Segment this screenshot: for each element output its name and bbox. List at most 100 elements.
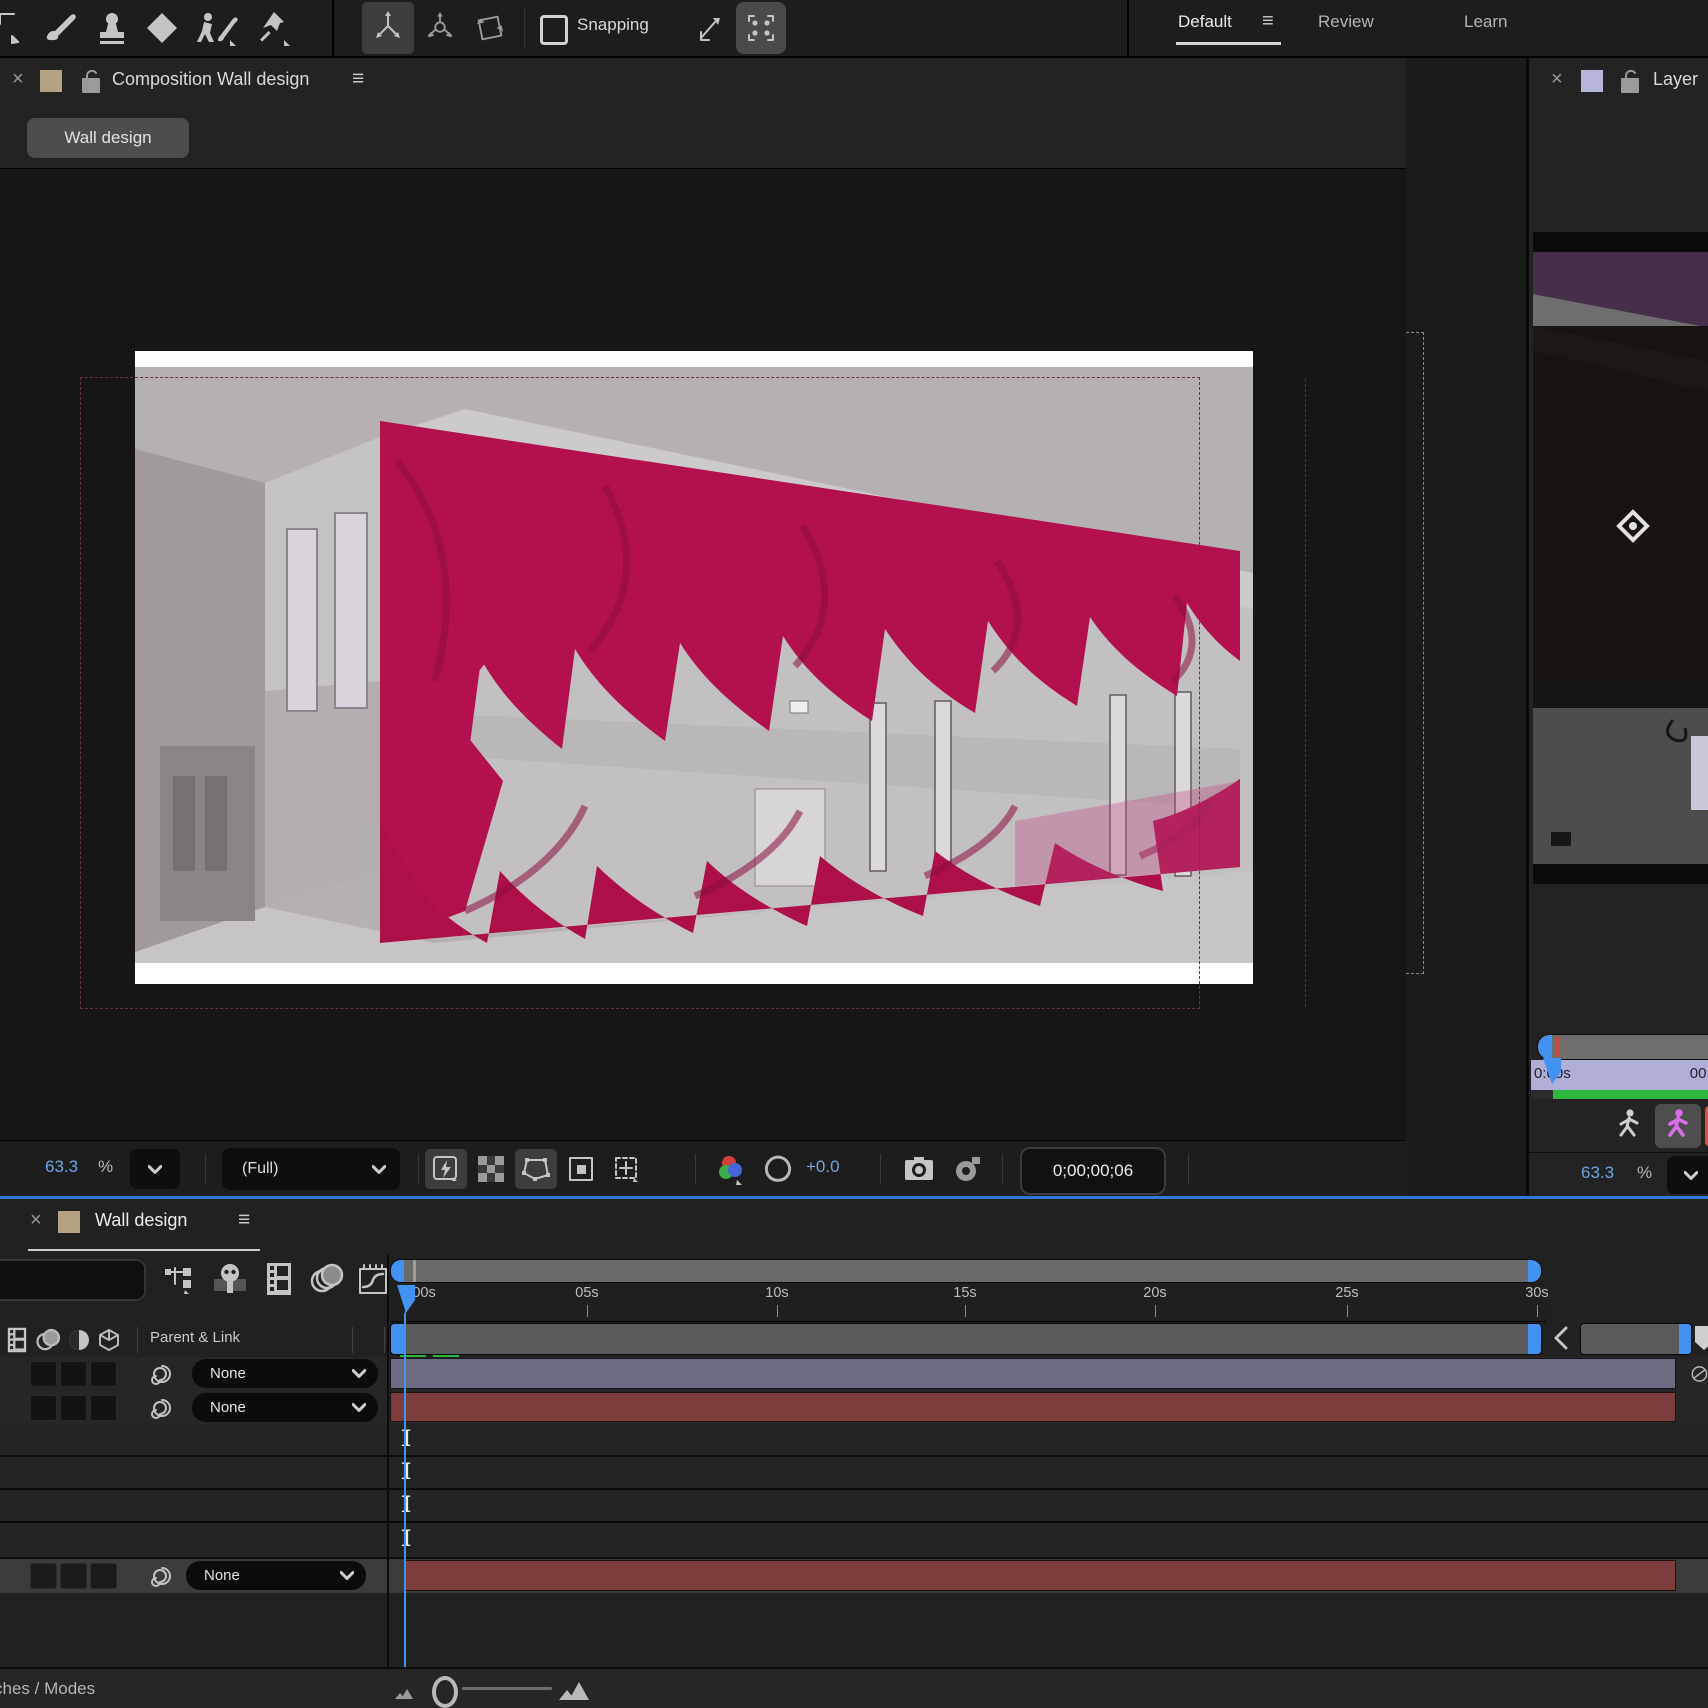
layer-row-3[interactable]: I [0, 1424, 1708, 1457]
guides-target-button[interactable] [605, 1149, 649, 1189]
horizontal-scrollbar[interactable] [1580, 1323, 1692, 1355]
timeline-empty-area[interactable] [0, 1593, 1708, 1667]
layer-zoom-dropdown-button[interactable] [1667, 1156, 1708, 1194]
walk-cycle-active-button[interactable] [1655, 1104, 1701, 1148]
parent-dropdown[interactable]: None [192, 1359, 378, 1388]
comp-tab-wall-design[interactable]: Wall design [27, 118, 189, 158]
layer-switch-box[interactable] [30, 1361, 57, 1387]
comp-viewport[interactable] [0, 168, 1406, 1199]
zoom-about-cursor-icon[interactable] [688, 10, 728, 48]
comp-panel-color-tab[interactable] [40, 70, 62, 92]
comp-panel-menu-icon[interactable]: ≡ [352, 67, 364, 91]
quality-icon-partial[interactable] [1688, 1359, 1708, 1389]
frame-blending-column-icon[interactable] [2, 1325, 32, 1355]
frame-blending-icon[interactable] [258, 1259, 300, 1299]
layer-switch-box[interactable] [30, 1563, 57, 1589]
zoom-in-mountain-icon[interactable] [558, 1677, 594, 1703]
timeline-zoom-knob[interactable] [432, 1676, 458, 1708]
layer-switch-box[interactable] [30, 1395, 57, 1421]
layer-row-4[interactable]: I [0, 1457, 1708, 1490]
pick-whip-icon[interactable] [148, 1394, 176, 1422]
layer-panel-color-tab[interactable] [1581, 70, 1603, 92]
workspace-tab-learn[interactable]: Learn [1464, 12, 1507, 32]
layer-zoom-value[interactable]: 63.3 [1581, 1163, 1614, 1183]
layer-duration-bar-maroon[interactable] [404, 1560, 1676, 1591]
pick-whip-icon[interactable] [148, 1360, 176, 1388]
roto-brush-tool-icon[interactable] [192, 6, 242, 50]
clone-stamp-tool-icon[interactable] [90, 6, 134, 50]
layer-duration-bar-maroon[interactable] [390, 1392, 1676, 1422]
mask-visibility-button[interactable] [515, 1149, 557, 1189]
layer-playhead-icon[interactable] [1541, 1058, 1563, 1088]
layer-switch-box[interactable] [60, 1395, 87, 1421]
work-area-left-cap[interactable] [391, 1324, 404, 1354]
layer-switch-box[interactable] [90, 1563, 117, 1589]
layer-row-5[interactable]: I [0, 1490, 1708, 1523]
collapse-chevron-icon[interactable] [1548, 1323, 1574, 1353]
take-snapshot-button[interactable] [898, 1149, 940, 1189]
exposure-aperture-icon[interactable] [758, 1149, 798, 1189]
work-area-bar[interactable] [390, 1323, 1542, 1355]
workspace-tab-default[interactable]: Default [1178, 12, 1232, 32]
transparency-grid-button[interactable] [472, 1149, 510, 1189]
layer-time-navigator[interactable] [1537, 1034, 1708, 1060]
navigator-left-cap[interactable] [391, 1260, 404, 1282]
comp-marker-bin-icon[interactable] [1694, 1325, 1708, 1351]
motion-blur-column-icon[interactable] [34, 1325, 64, 1355]
timeline-zoom-track[interactable] [462, 1687, 552, 1690]
world-axis-mode-button[interactable] [416, 2, 464, 54]
snapping-checkbox[interactable] [540, 15, 568, 45]
adjustment-layer-column-icon[interactable] [64, 1325, 94, 1355]
playhead-line[interactable] [404, 1313, 406, 1667]
brush-tool-icon[interactable] [38, 6, 82, 50]
layer-duration-bar-violet[interactable] [390, 1358, 1676, 1389]
workspace-default-menu-icon[interactable]: ≡ [1262, 10, 1274, 33]
fast-previews-button[interactable] [425, 1149, 467, 1189]
walk-cycle-icon[interactable] [1611, 1106, 1647, 1146]
unlock-icon[interactable] [78, 66, 104, 96]
layer-switch-box[interactable] [90, 1361, 117, 1387]
eraser-tool-icon[interactable] [140, 6, 184, 50]
time-navigator-bar[interactable] [390, 1259, 1542, 1283]
comp-panel-close-icon[interactable]: × [12, 68, 24, 91]
comp-zoom-value[interactable]: 63.3 [45, 1157, 78, 1177]
toggle-switches-modes-label[interactable]: ches / Modes [0, 1679, 95, 1699]
scrollbar-right-cap[interactable] [1679, 1324, 1691, 1354]
layer-row-7-selected[interactable]: None [0, 1559, 1708, 1595]
parent-dropdown[interactable]: None [192, 1393, 378, 1422]
navigator-left-cap[interactable] [1538, 1035, 1552, 1059]
timeline-tab-label[interactable]: Wall design [95, 1210, 187, 1231]
work-area-right-cap[interactable] [1528, 1324, 1541, 1354]
pick-whip-icon[interactable] [148, 1562, 176, 1590]
layer-switch-box[interactable] [90, 1395, 117, 1421]
motion-blur-icon[interactable] [306, 1259, 348, 1299]
view-axis-mode-button[interactable] [466, 2, 514, 54]
3d-layer-column-icon[interactable] [94, 1325, 124, 1355]
pan-behind-region-button[interactable] [736, 2, 786, 54]
timeline-menu-icon[interactable]: ≡ [238, 1208, 250, 1232]
channel-rgb-button[interactable] [712, 1149, 752, 1189]
layer-switch-box[interactable] [60, 1563, 87, 1589]
layer-row-1[interactable]: None [0, 1357, 1708, 1393]
local-axis-mode-button[interactable] [362, 2, 414, 54]
selection-tool-icon[interactable] [0, 8, 22, 46]
resolution-dropdown[interactable]: (Full) [222, 1148, 400, 1190]
workspace-tab-review[interactable]: Review [1318, 12, 1374, 32]
timeline-search-input[interactable] [0, 1259, 146, 1301]
timecode-display[interactable]: 0;00;00;06 [1020, 1147, 1166, 1195]
parent-dropdown[interactable]: None [186, 1561, 366, 1590]
zoom-out-mountain-icon[interactable] [392, 1681, 422, 1703]
timeline-color-tab[interactable] [58, 1211, 80, 1233]
layer-row-2[interactable]: None [0, 1391, 1708, 1426]
puppet-pin-tool-icon[interactable] [250, 6, 296, 50]
timeline-close-icon[interactable]: × [30, 1209, 42, 1232]
mini-flowchart-icon[interactable] [158, 1259, 200, 1299]
exposure-value[interactable]: +0.0 [806, 1157, 840, 1177]
layer-row-6[interactable]: I [0, 1523, 1708, 1559]
left-right-pane-divider[interactable] [387, 1255, 389, 1667]
layer-panel-close-icon[interactable]: × [1551, 68, 1563, 91]
playhead-icon[interactable] [395, 1285, 417, 1317]
layer-switch-box[interactable] [60, 1361, 87, 1387]
navigator-right-cap[interactable] [1528, 1260, 1541, 1282]
region-of-interest-button[interactable] [562, 1149, 600, 1189]
